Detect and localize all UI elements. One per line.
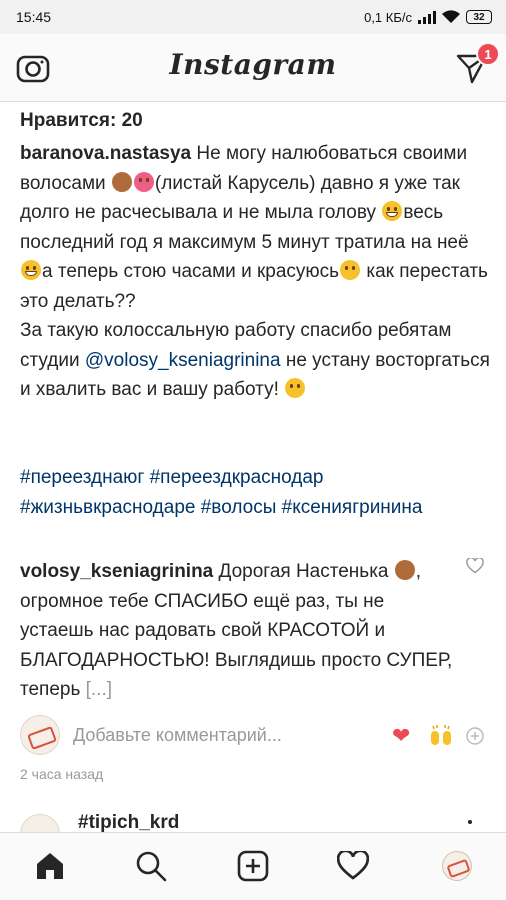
mention-link[interactable]: @volosy_kseniagrinina <box>85 350 281 371</box>
next-post-username[interactable]: #tipich_krd <box>78 812 179 832</box>
smiling-emoji <box>340 260 361 280</box>
smiling-emoji <box>285 378 306 398</box>
avatar <box>20 715 60 755</box>
avatar[interactable] <box>20 814 60 832</box>
person-emoji <box>394 560 415 580</box>
heart-icon[interactable] <box>336 849 370 883</box>
post-details: Нравится: 20 baranova.nastasya Не могу н… <box>0 102 506 832</box>
signal-icon <box>418 10 436 24</box>
network-speed: 0,1 КБ/с <box>364 9 412 25</box>
post-timestamp: 2 часа назад <box>20 766 104 782</box>
see-no-evil-emoji <box>111 171 132 192</box>
instagram-logo: Instagram <box>169 48 337 81</box>
comment-text: Дорогая Настенька <box>213 561 394 582</box>
caption-username[interactable]: baranova.nastasya <box>20 143 191 164</box>
quick-heart-icon[interactable]: ❤ <box>392 723 410 749</box>
more-options-icon[interactable] <box>468 820 472 824</box>
add-comment-row: Добавьте комментарий... ❤ <box>0 715 506 759</box>
post-caption: baranova.nastasya Не могу налюбоваться с… <box>20 139 490 405</box>
add-post-icon[interactable] <box>236 849 270 883</box>
heart-eyes-emoji <box>133 171 154 192</box>
dm-badge: 1 <box>476 42 500 66</box>
add-reaction-icon[interactable] <box>466 727 484 745</box>
wifi-icon <box>442 10 460 23</box>
app-header: Instagram 1 <box>0 34 506 102</box>
status-time: 15:45 <box>16 9 52 25</box>
bottom-nav <box>0 832 506 900</box>
home-icon[interactable] <box>33 849 67 883</box>
profile-avatar[interactable] <box>440 849 474 883</box>
grimacing-emoji <box>21 260 41 280</box>
hashtags[interactable]: #переезднаюг #переездкраснодар #жизньвкр… <box>20 463 490 522</box>
status-indicators: 0,1 КБ/с 32 <box>364 10 492 25</box>
search-icon[interactable] <box>134 849 168 883</box>
caption-text: а теперь стою часами и красуюсь <box>42 261 340 282</box>
grinning-emoji <box>382 201 403 221</box>
battery-icon: 32 <box>466 10 492 24</box>
status-bar: 15:45 0,1 КБ/с 32 <box>0 0 506 34</box>
raised-hands-icon[interactable] <box>428 723 454 749</box>
comment-like-icon[interactable] <box>466 558 484 574</box>
add-comment-input[interactable]: Добавьте комментарий... <box>73 725 282 746</box>
comment-more-link[interactable]: [...] <box>86 679 112 700</box>
likes-count[interactable]: Нравится: 20 <box>20 110 143 132</box>
comment: volosy_kseniagrinina Дорогая Настенька ,… <box>20 557 460 705</box>
comment-username[interactable]: volosy_kseniagrinina <box>20 561 213 582</box>
